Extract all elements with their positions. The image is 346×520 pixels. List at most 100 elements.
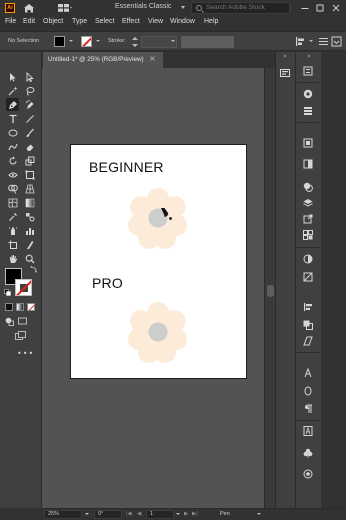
variable-width-field[interactable] (181, 36, 234, 48)
none-mode-button[interactable] (27, 303, 35, 311)
menu-select[interactable]: Select (95, 18, 114, 25)
align-caret-icon[interactable] (309, 40, 313, 42)
curvature-tool-icon[interactable] (23, 98, 36, 111)
selection-tool-icon[interactable] (6, 70, 19, 83)
pro-label[interactable]: PRO (92, 275, 123, 291)
width-tool-icon[interactable] (6, 168, 19, 181)
paragraph-panel-icon[interactable] (301, 402, 315, 416)
shape-builder-tool-icon[interactable] (6, 182, 19, 195)
edit-toolbar-icon[interactable]: ••• (17, 349, 34, 358)
vertical-scrollbar-thumb[interactable] (267, 285, 274, 297)
symbol-sprayer-tool-icon[interactable] (6, 224, 19, 237)
properties-panel-icon[interactable] (301, 64, 315, 78)
swap-fill-stroke-icon[interactable] (30, 266, 37, 273)
menu-object[interactable]: Object (43, 18, 63, 25)
artboard-number-field[interactable]: 1 (146, 510, 174, 519)
transparency-panel-icon[interactable] (301, 180, 315, 194)
artboard-tool-icon[interactable] (6, 238, 19, 251)
stroke-color-box[interactable] (15, 279, 32, 296)
ellipse-tool-icon[interactable] (6, 126, 19, 139)
free-transform-tool-icon[interactable] (23, 168, 36, 181)
menu-view[interactable]: View (148, 18, 163, 25)
menu-help[interactable]: Help (204, 18, 218, 25)
rotation-field[interactable]: 0° (94, 510, 122, 519)
blend-tool-icon[interactable] (23, 210, 36, 223)
type-tool-icon[interactable] (6, 112, 19, 125)
home-icon[interactable] (23, 3, 35, 13)
glyphs-panel-icon[interactable] (301, 424, 315, 438)
eyedropper-tool-icon[interactable] (6, 210, 19, 223)
menu-file[interactable]: File (5, 18, 16, 25)
fill-color-swatch[interactable] (54, 36, 65, 47)
screen-mode-icon[interactable] (18, 317, 27, 326)
line-segment-tool-icon[interactable] (23, 112, 36, 125)
pen-tool-icon[interactable] (6, 98, 19, 111)
stroke-panel-icon[interactable] (301, 136, 315, 150)
opentype-panel-icon[interactable] (301, 384, 315, 398)
menu-effect[interactable]: Effect (122, 18, 140, 25)
align-panel-icon[interactable] (301, 300, 315, 314)
close-tab-icon[interactable]: × (149, 54, 156, 63)
document-tab[interactable]: Untitled-1* @ 25% (RGB/Preview) × (43, 52, 163, 68)
appearance-panel-icon[interactable] (301, 252, 315, 266)
stroke-color-swatch[interactable] (81, 36, 92, 47)
workspace-caret-icon[interactable] (181, 6, 185, 9)
status-menu-caret-icon[interactable] (257, 513, 261, 515)
next-artboard-icon[interactable]: ▶ (184, 511, 188, 517)
minimize-icon[interactable] (298, 2, 312, 14)
paintbrush-tool-icon[interactable] (23, 126, 36, 139)
swatches-panel-icon[interactable] (301, 467, 315, 481)
symbols-panel-icon[interactable] (301, 446, 315, 460)
direct-selection-tool-icon[interactable] (23, 70, 36, 83)
graphic-styles-panel-icon[interactable] (301, 270, 315, 284)
libraries-panel-icon[interactable] (278, 66, 292, 80)
artboard-caret-icon[interactable] (176, 513, 180, 515)
default-fill-stroke-icon[interactable] (4, 289, 11, 296)
canvas-area[interactable]: BEGINNER PRO (42, 68, 264, 508)
maximize-icon[interactable] (313, 2, 327, 14)
first-artboard-icon[interactable]: |◀ (126, 511, 132, 517)
layers-panel-icon[interactable] (301, 196, 315, 210)
color-guide-panel-icon[interactable] (301, 104, 315, 118)
gradient-panel-icon[interactable] (301, 157, 315, 171)
close-icon[interactable] (329, 2, 343, 14)
perspective-grid-tool-icon[interactable] (23, 182, 36, 195)
menu-type[interactable]: Type (72, 18, 87, 25)
mesh-tool-icon[interactable] (6, 196, 19, 209)
eraser-tool-icon[interactable] (23, 140, 36, 153)
dock-collapse-icon-right[interactable]: » (299, 53, 319, 60)
gradient-tool-icon[interactable] (23, 196, 36, 209)
stock-search-input[interactable]: Search Adobe Stock (191, 2, 290, 14)
color-panel-icon[interactable] (301, 87, 315, 101)
zoom-field[interactable]: 25% (44, 510, 82, 519)
stroke-weight-caret-icon[interactable] (171, 40, 175, 42)
column-graph-tool-icon[interactable] (23, 224, 36, 237)
gradient-mode-button[interactable] (16, 303, 24, 311)
beginner-label[interactable]: BEGINNER (89, 159, 164, 175)
flower-beginner[interactable] (125, 185, 191, 251)
vertical-scrollbar[interactable] (264, 68, 275, 508)
stroke-dropdown-caret-icon[interactable] (96, 40, 100, 42)
menu-window[interactable]: Window (170, 18, 195, 25)
dock-collapse-icon-left[interactable]: » (275, 53, 295, 60)
hand-tool-icon[interactable] (6, 252, 19, 265)
slice-tool-icon[interactable] (23, 238, 36, 251)
color-mode-button[interactable] (5, 303, 13, 311)
stroke-weight-stepper-icon[interactable] (131, 36, 139, 48)
zoom-caret-icon[interactable] (85, 513, 89, 515)
control-overflow-icon[interactable] (331, 36, 342, 47)
menu-edit[interactable]: Edit (23, 18, 35, 25)
panel-menu-icon[interactable] (318, 36, 329, 47)
draw-normal-icon[interactable] (5, 317, 14, 326)
zoom-tool-icon[interactable] (23, 252, 36, 265)
shaper-tool-icon[interactable] (6, 140, 19, 153)
export-panel-icon[interactable] (301, 212, 315, 226)
fill-dropdown-caret-icon[interactable] (69, 40, 73, 42)
character-panel-icon[interactable] (301, 366, 315, 380)
magic-wand-tool-icon[interactable] (6, 84, 19, 97)
rotate-tool-icon[interactable] (6, 154, 19, 167)
stroke-weight-field[interactable] (141, 36, 177, 48)
artboard[interactable]: BEGINNER PRO (70, 144, 247, 379)
flower-pro[interactable] (125, 299, 191, 365)
lasso-tool-icon[interactable] (23, 84, 36, 97)
